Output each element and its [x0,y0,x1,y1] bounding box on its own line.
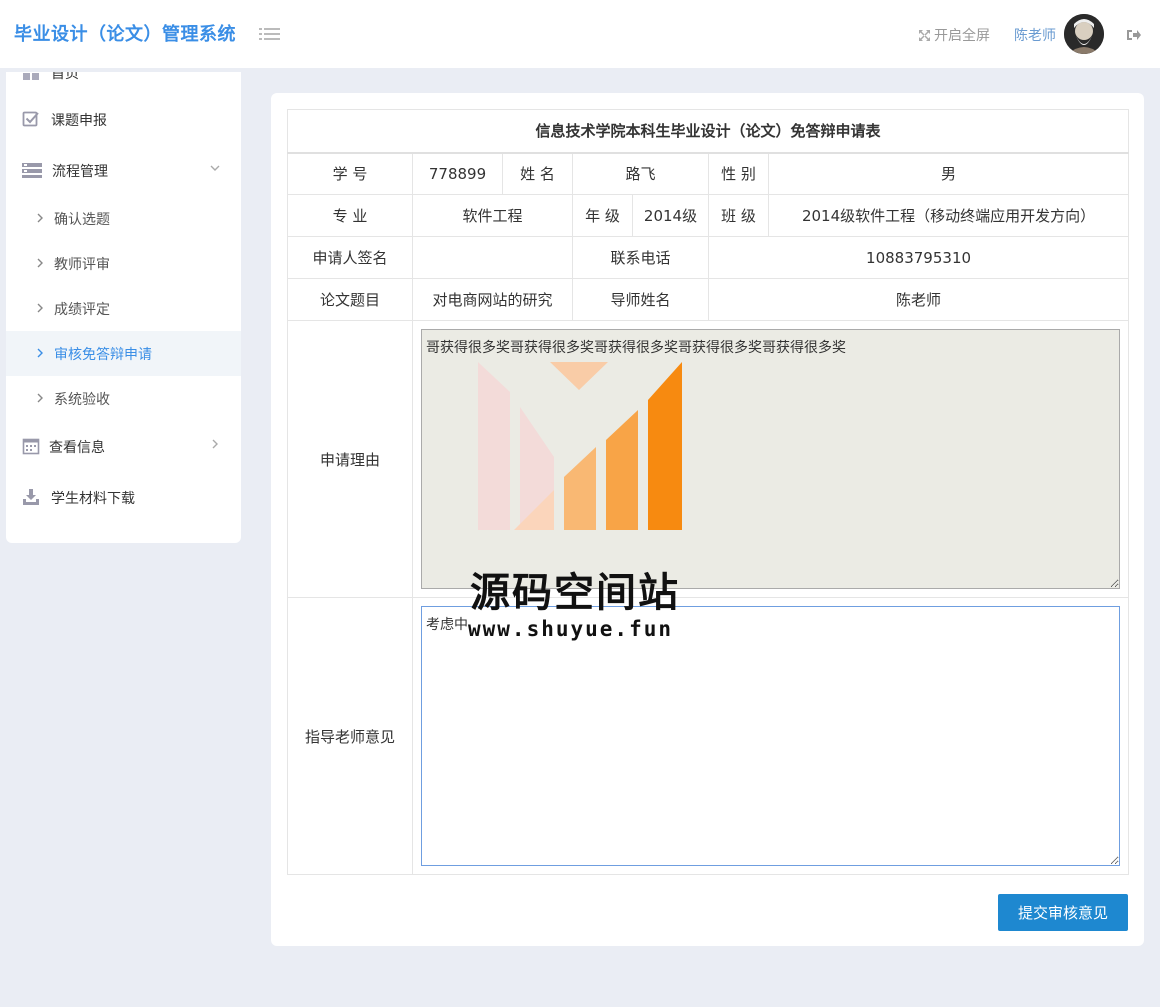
sidebar-subitem-label: 系统验收 [54,392,110,408]
sidebar-subitem-review-exemption[interactable]: 审核免答辩申请 [6,331,241,376]
reason-cell [411,320,1130,598]
sidebar-item-label: 首页 [51,72,79,82]
phone-label: 联系电话 [572,236,709,279]
major-label: 专 业 [287,194,413,237]
chevron-right-icon [36,392,44,404]
reason-label: 申请理由 [287,320,413,598]
student-id-value: 778899 [412,152,503,195]
chevron-right-icon [36,347,44,359]
list-icon [22,161,42,179]
chevron-right-icon [36,257,44,269]
sidebar-item-view-info[interactable]: 查看信息 [6,424,241,469]
sidebar-subitem-confirm-topic[interactable]: 确认选题 [6,196,241,241]
sidebar-subitem-system-acceptance[interactable]: 系统验收 [6,376,241,421]
logout-icon[interactable] [1126,27,1142,41]
phone-value: 10883795310 [707,236,1130,279]
name-value: 路飞 [572,152,709,195]
sidebar-subitem-label: 成绩评定 [54,302,110,318]
sidebar-item-label: 课题申报 [51,113,107,129]
sidebar-item-student-download[interactable]: 学生材料下载 [6,475,241,520]
thesis-label: 论文题目 [287,278,413,321]
sidebar-item-label: 查看信息 [49,440,105,456]
sidebar-item-home[interactable]: 首页 [6,72,241,95]
chevron-down-icon [209,162,221,174]
exemption-form: 信息技术学院本科生毕业设计（论文）免答辩申请表 学 号 778899 姓 名 路… [286,109,1130,875]
chevron-right-icon [209,438,221,450]
grid-icon [22,72,40,81]
sidebar-subitem-label: 教师评审 [54,257,110,273]
class-label: 班 级 [708,194,769,237]
advisor-label: 导师姓名 [572,278,709,321]
chevron-right-icon [36,302,44,314]
avatar[interactable] [1064,14,1104,54]
thesis-value: 对电商网站的研究 [412,278,573,321]
sidebar-subitem-label: 确认选题 [54,212,110,228]
opinion-textarea[interactable] [421,606,1121,866]
download-icon [22,488,40,506]
top-header: 毕业设计（论文）管理系统 开启全屏 陈老师 [0,0,1160,68]
form-title: 信息技术学院本科生毕业设计（论文）免答辩申请表 [286,109,1130,154]
app-title[interactable]: 毕业设计（论文）管理系统 [14,20,236,46]
fullscreen-button[interactable]: 开启全屏 [918,25,990,45]
gender-value: 男 [767,152,1130,195]
advisor-value: 陈老师 [707,278,1130,321]
chevron-right-icon [36,212,44,224]
calendar-icon [22,437,40,455]
sidebar-subitem-teacher-review[interactable]: 教师评审 [6,241,241,286]
opinion-label: 指导老师意见 [287,597,413,875]
opinion-cell [411,597,1130,875]
submit-review-button[interactable]: 提交审核意见 [998,894,1128,931]
grade-label: 年 级 [572,194,633,237]
name-label: 姓 名 [502,152,573,195]
sidebar: 首页 课题申报 流程管理 确认选题 教师评审 成绩评定 审核免答辩申请 系统验收 [6,72,241,543]
gender-label: 性 别 [708,152,769,195]
sidebar-subitem-grade-evaluation[interactable]: 成绩评定 [6,286,241,331]
sidebar-subitem-label: 审核免答辩申请 [54,347,152,363]
main-card: 信息技术学院本科生毕业设计（论文）免答辩申请表 学 号 778899 姓 名 路… [271,93,1144,946]
student-id-label: 学 号 [287,152,413,195]
checkbox-icon [22,110,40,128]
fullscreen-label: 开启全屏 [934,28,990,44]
user-name[interactable]: 陈老师 [1014,25,1056,45]
sidebar-item-label: 流程管理 [52,164,108,180]
grade-value: 2014级 [632,194,709,237]
sidebar-item-label: 学生材料下载 [51,491,135,507]
major-value: 软件工程 [412,194,573,237]
sidebar-item-topic-declare[interactable]: 课题申报 [6,97,241,142]
expand-icon [919,30,930,41]
signature-value [412,236,573,279]
class-value: 2014级软件工程（移动终端应用开发方向） [767,194,1130,237]
menu-toggle-icon[interactable] [259,24,281,44]
sidebar-item-process-management[interactable]: 流程管理 [6,148,241,193]
signature-label: 申请人签名 [287,236,413,279]
reason-textarea[interactable] [421,329,1121,589]
